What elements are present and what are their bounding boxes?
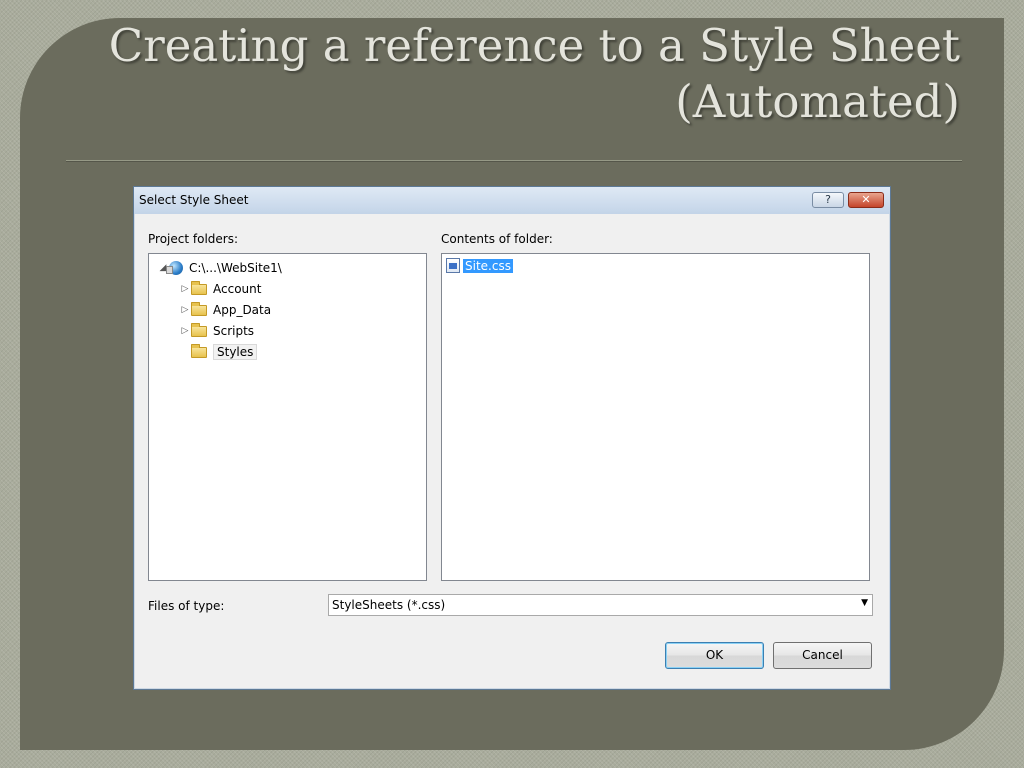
title-divider [66,160,962,162]
files-of-type-value: StyleSheets (*.css) [332,598,446,612]
css-file-icon [446,258,460,273]
expand-arrow-icon[interactable]: ▷ [179,326,191,336]
expand-arrow-icon[interactable]: ▷ [179,284,191,294]
close-button[interactable]: ✕ [848,192,884,208]
folder-icon [191,322,207,337]
tree-item-app-data[interactable]: ▷ App_Data [179,301,271,319]
tree-item-account[interactable]: ▷ Account [179,280,261,298]
tree-item-label: C:\...\WebSite1\ [189,261,282,275]
tree-item-root[interactable]: ◢ C:\...\WebSite1\ [157,259,282,277]
files-of-type-label: Files of type: [148,599,225,613]
dialog-titlebar: Select Style Sheet ? ✕ [134,187,890,214]
tree-item-label: Account [213,282,262,296]
folder-icon [191,301,207,316]
help-button[interactable]: ? [812,192,844,208]
files-of-type-select[interactable]: StyleSheets (*.css) ▼ [328,594,873,616]
folder-icon [191,280,207,295]
tree-item-label: App_Data [213,303,272,317]
file-name: Site.css [463,258,513,273]
tree-item-scripts[interactable]: ▷ Scripts [179,322,254,340]
cancel-button[interactable]: Cancel [773,642,872,669]
slide-title: Creating a reference to a Style Sheet (A… [108,19,960,128]
website-icon [166,261,183,275]
folder-contents-list[interactable]: Site.css [441,253,870,581]
select-style-sheet-dialog: Select Style Sheet ? ✕ Project folders: … [133,186,891,690]
project-folders-label: Project folders: [148,232,238,246]
file-item-site-css[interactable]: Site.css [446,258,513,273]
tree-item-label: Styles [213,344,258,360]
folder-icon [191,343,207,358]
contents-of-folder-label: Contents of folder: [441,232,553,246]
ok-button[interactable]: OK [665,642,764,669]
project-folders-tree[interactable]: ◢ C:\...\WebSite1\ ▷ Account ▷ App_Data … [148,253,427,581]
tree-item-label: Scripts [213,324,255,338]
expand-arrow-icon[interactable]: ▷ [179,305,191,315]
tree-item-styles[interactable]: Styles [179,343,258,361]
dialog-title: Select Style Sheet [139,193,249,207]
chevron-down-icon[interactable]: ▼ [861,598,868,608]
